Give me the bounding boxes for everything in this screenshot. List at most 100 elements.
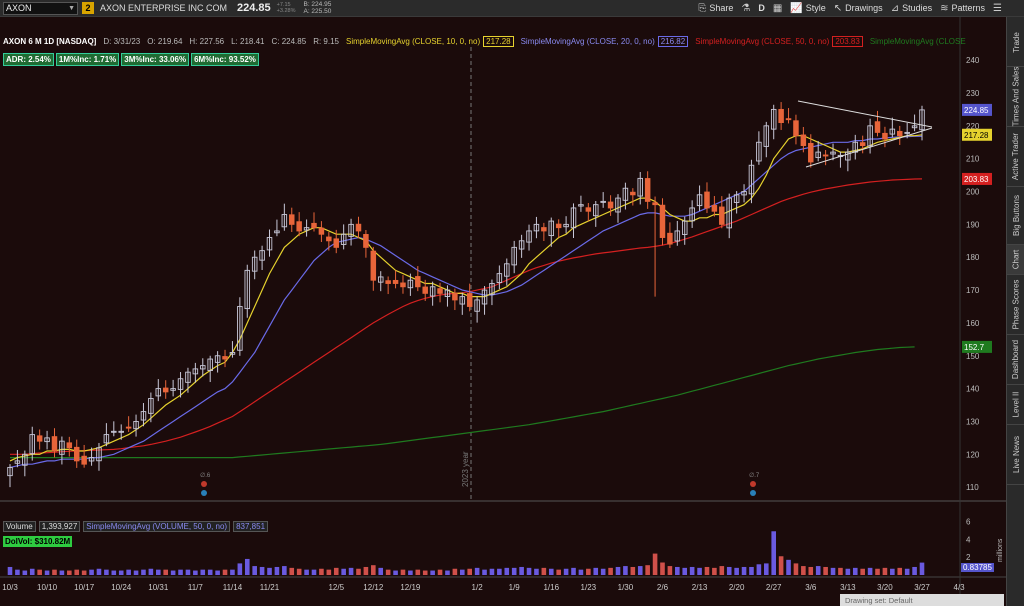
side-tab-active-trader[interactable]: Active Trader — [1007, 127, 1024, 187]
volume-bar — [96, 568, 102, 575]
volume-bar — [534, 568, 539, 575]
candle-body — [355, 223, 362, 232]
side-tab-phase-scores[interactable]: Phase Scores — [1007, 275, 1024, 335]
volume-bar — [408, 570, 413, 575]
sma20-legend-value: 216.82 — [657, 36, 689, 47]
side-tab-trade[interactable]: Trade — [1007, 19, 1024, 67]
candle-body — [652, 202, 658, 206]
x-tick-label: 10/31 — [148, 583, 169, 592]
side-tab-live-news[interactable]: Live News — [1007, 425, 1024, 485]
drawings-button[interactable]: ↖ Drawings — [834, 3, 883, 14]
share-label: Share — [709, 3, 734, 13]
link-group-badge[interactable]: 2 — [82, 2, 94, 14]
candle-body — [659, 204, 666, 238]
year-label: 2023 year — [461, 451, 470, 487]
custom-labels: ADR: 2.54% 1M%Inc: 1.71% 3M%Inc: 33.06% … — [3, 53, 261, 66]
sma10-legend[interactable]: SimpleMovingAvg (CLOSE, 10, 0, no) — [346, 37, 480, 46]
bid-ask: B: 224.95 A: 225.50 — [303, 1, 331, 15]
volume-bar — [282, 566, 287, 575]
volume-sma-legend[interactable]: SimpleMovingAvg (VOLUME, 50, 0, no) — [83, 521, 231, 532]
grid-icon[interactable]: ▦ — [773, 3, 782, 14]
side-tab-label: Trade — [1011, 32, 1021, 53]
candle-body — [81, 455, 87, 465]
y-tick-label: 240 — [966, 56, 980, 65]
volume-bar — [801, 566, 806, 575]
share-button[interactable]: ⎘ Share — [698, 3, 733, 14]
volume-bar — [749, 566, 754, 575]
period-button[interactable]: D — [758, 3, 765, 13]
open-value: O: 219.64 — [147, 37, 183, 46]
volume-bar — [81, 570, 87, 575]
volume-bar — [712, 567, 717, 575]
event-2-label: ∅.7 — [749, 472, 760, 479]
menu-icon[interactable]: ☰ — [993, 3, 1002, 14]
x-tick-label: 1/2 — [472, 583, 484, 592]
flask-icon[interactable]: ⚗ — [741, 3, 750, 14]
volume-bar — [44, 570, 50, 575]
studies-button[interactable]: ⊿ Studies — [891, 3, 932, 14]
volume-bar — [600, 568, 606, 575]
volume-bar — [511, 567, 517, 575]
candle-body — [630, 191, 636, 196]
volume-bar — [882, 567, 888, 575]
range-value: R: 9.15 — [313, 37, 339, 46]
side-tab-dashboard[interactable]: Dashboard — [1007, 335, 1024, 385]
volume-bar — [838, 567, 843, 575]
x-tick-label: 10/17 — [74, 583, 95, 592]
high-value: H: 227.56 — [189, 37, 225, 46]
volume-bar — [126, 569, 131, 575]
style-button[interactable]: 📈 Style — [790, 3, 825, 14]
event-2-blue-icon — [750, 490, 756, 496]
price-chart[interactable]: 1101201301401501601701801902002102202302… — [0, 17, 1006, 606]
sma50-legend-value: 203.83 — [832, 36, 863, 47]
volume-bar — [148, 568, 154, 575]
side-tab-level-ii[interactable]: Level II — [1007, 385, 1024, 425]
ask-value: A: 225.50 — [303, 8, 332, 15]
volume-bar — [645, 565, 650, 575]
volume-bar — [593, 567, 599, 575]
candle-body — [333, 238, 339, 248]
chart-background — [0, 17, 1006, 606]
x-tick-label: 12/12 — [363, 583, 384, 592]
candle-body — [370, 250, 377, 281]
volume-tick-label: 2 — [966, 553, 971, 562]
volume-bar — [875, 568, 880, 575]
patterns-button[interactable]: ≋ Patterns — [940, 3, 985, 14]
chart-style-icon: 📈 — [790, 2, 803, 14]
sma200-legend[interactable]: SimpleMovingAvg (CLOSE — [870, 37, 966, 46]
side-tab-label: Chart — [1011, 249, 1021, 270]
volume-bar — [118, 570, 124, 575]
volume-bar — [482, 569, 487, 575]
event-2-red-icon — [750, 481, 756, 487]
chart-area[interactable]: 110 120 130 140 150 160 170 180 190 200 210 220 230 2… — [0, 17, 1006, 606]
drawing-set-status[interactable]: Drawing set: Default — [840, 594, 1004, 606]
event-1-blue-icon — [201, 490, 207, 496]
volume-bar — [67, 570, 72, 575]
volume-bar — [459, 569, 465, 575]
candle-body — [822, 154, 829, 157]
side-tab-big-buttons[interactable]: Big Buttons — [1007, 187, 1024, 245]
dollar-volume-label: DolVol: $310.82M — [3, 536, 73, 547]
candle-body — [66, 442, 73, 449]
sma50-legend[interactable]: SimpleMovingAvg (CLOSE, 50, 0, no) — [695, 37, 829, 46]
volume-bar — [919, 562, 925, 575]
volume-bar — [489, 568, 495, 575]
volume-bar — [808, 566, 814, 575]
y-tick-label: 140 — [966, 385, 980, 394]
volume-bar — [237, 563, 243, 575]
candle-body — [311, 222, 317, 229]
volume-bar — [178, 569, 183, 575]
side-tab-label: Times And Sales — [1011, 66, 1021, 127]
symbol-input[interactable]: AXON ▼ — [3, 1, 78, 15]
last-price: 224.85 — [237, 2, 271, 14]
side-tab-times-and-sales[interactable]: Times And Sales — [1007, 67, 1024, 127]
side-tab-chart[interactable]: Chart — [1007, 245, 1024, 275]
volume-bar — [704, 566, 710, 575]
volume-bar — [437, 569, 443, 575]
volume-bar — [29, 568, 35, 575]
side-tab-label: Active Trader — [1011, 132, 1021, 181]
volume-axis-tag: 0.83785 — [961, 563, 994, 572]
sma20-legend[interactable]: SimpleMovingAvg (CLOSE, 20, 0, no) — [521, 37, 655, 46]
candle-body — [800, 134, 807, 146]
volume-bar — [630, 566, 636, 575]
